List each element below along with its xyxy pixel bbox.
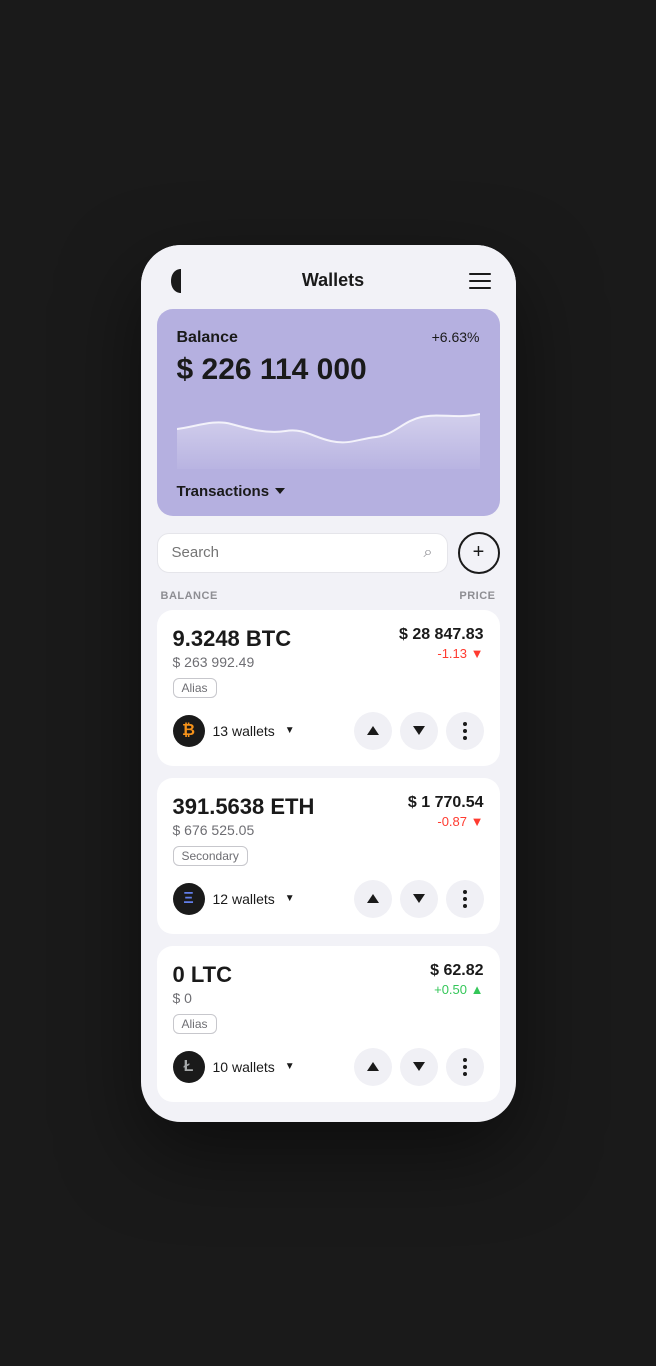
- menu-line-1: [469, 273, 491, 275]
- crypto-top-btc: 9.3248 BTC $ 263 992.49 Alias $ 28 847.8…: [173, 626, 484, 698]
- btc-receive-button[interactable]: [400, 712, 438, 750]
- btc-action-buttons: [354, 712, 484, 750]
- search-icon: ⌕: [424, 544, 433, 562]
- eth-action-buttons: [354, 880, 484, 918]
- eth-alias: Secondary: [173, 846, 248, 866]
- crypto-right-btc: $ 28 847.83 -1.13 ▼: [399, 626, 484, 661]
- price-column-header: PRICE: [459, 590, 495, 602]
- crypto-left-ltc: 0 LTC $ 0 Alias: [173, 962, 232, 1034]
- header: Wallets: [141, 245, 516, 309]
- search-box[interactable]: ⌕: [157, 533, 448, 573]
- more-icon: [463, 890, 467, 908]
- ltc-price: $ 62.82: [430, 962, 483, 980]
- ltc-wallet-info[interactable]: Ł 10 wallets ▼: [173, 1051, 295, 1083]
- ltc-amount: 0 LTC: [173, 962, 232, 988]
- send-icon: [367, 1062, 379, 1071]
- search-input[interactable]: [172, 544, 416, 561]
- receive-icon: [413, 894, 425, 903]
- crypto-card-ltc: 0 LTC $ 0 Alias $ 62.82 +0.50 ▲ Ł 10 wal…: [157, 946, 500, 1102]
- balance-card: Balance +6.63% $ 226 114 000 Transaction…: [157, 309, 500, 516]
- page-title: Wallets: [302, 270, 364, 291]
- transactions-label: Transactions: [177, 483, 270, 500]
- balance-label: Balance: [177, 329, 238, 347]
- ltc-wallet-count: 10 wallets: [213, 1059, 275, 1075]
- ltc-change: +0.50 ▲: [430, 982, 483, 997]
- crypto-right-eth: $ 1 770.54 -0.87 ▼: [408, 794, 484, 829]
- crypto-right-ltc: $ 62.82 +0.50 ▲: [430, 962, 483, 997]
- transactions-chevron-icon: [275, 488, 285, 494]
- btc-change: -1.13 ▼: [399, 646, 484, 661]
- add-wallet-button[interactable]: +: [458, 532, 500, 574]
- balance-top: Balance +6.63%: [177, 329, 480, 347]
- menu-line-2: [469, 280, 491, 282]
- phone-shell: Wallets Balance +6.63% $ 226 114 000: [141, 245, 516, 1122]
- more-icon: [463, 722, 467, 740]
- logo-icon: [165, 265, 197, 297]
- btc-wallet-count: 13 wallets: [213, 723, 275, 739]
- ltc-send-button[interactable]: [354, 1048, 392, 1086]
- btc-wallet-info[interactable]: ₿ 13 wallets ▼: [173, 715, 295, 747]
- eth-send-button[interactable]: [354, 880, 392, 918]
- ltc-action-buttons: [354, 1048, 484, 1086]
- eth-wallet-chevron-icon: ▼: [285, 893, 295, 904]
- ltc-wallet-chevron-icon: ▼: [285, 1061, 295, 1072]
- ltc-receive-button[interactable]: [400, 1048, 438, 1086]
- btc-icon: ₿: [173, 715, 205, 747]
- btc-price: $ 28 847.83: [399, 626, 484, 644]
- eth-usd: $ 676 525.05: [173, 822, 315, 838]
- receive-icon: [413, 1062, 425, 1071]
- more-icon: [463, 1058, 467, 1076]
- eth-more-button[interactable]: [446, 880, 484, 918]
- btc-usd: $ 263 992.49: [173, 654, 292, 670]
- crypto-top-eth: 391.5638 ETH $ 676 525.05 Secondary $ 1 …: [173, 794, 484, 866]
- ltc-usd: $ 0: [173, 990, 232, 1006]
- send-icon: [367, 726, 379, 735]
- crypto-left-btc: 9.3248 BTC $ 263 992.49 Alias: [173, 626, 292, 698]
- ltc-more-button[interactable]: [446, 1048, 484, 1086]
- crypto-bottom-eth: Ξ 12 wallets ▼: [173, 880, 484, 918]
- eth-icon: Ξ: [173, 883, 205, 915]
- eth-wallet-count: 12 wallets: [213, 891, 275, 907]
- ltc-alias: Alias: [173, 1014, 217, 1034]
- crypto-list: 9.3248 BTC $ 263 992.49 Alias $ 28 847.8…: [141, 610, 516, 1122]
- eth-amount: 391.5638 ETH: [173, 794, 315, 820]
- search-row: ⌕ +: [141, 532, 516, 586]
- send-icon: [367, 894, 379, 903]
- btc-send-button[interactable]: [354, 712, 392, 750]
- balance-percent: +6.63%: [432, 329, 480, 345]
- balance-amount: $ 226 114 000: [177, 353, 480, 387]
- receive-icon: [413, 726, 425, 735]
- crypto-bottom-btc: ₿ 13 wallets ▼: [173, 712, 484, 750]
- eth-price: $ 1 770.54: [408, 794, 484, 812]
- crypto-card-btc: 9.3248 BTC $ 263 992.49 Alias $ 28 847.8…: [157, 610, 500, 766]
- transactions-row[interactable]: Transactions: [177, 469, 480, 516]
- btc-alias: Alias: [173, 678, 217, 698]
- column-headers: BALANCE PRICE: [141, 586, 516, 610]
- menu-button[interactable]: [469, 273, 491, 289]
- eth-receive-button[interactable]: [400, 880, 438, 918]
- btc-more-button[interactable]: [446, 712, 484, 750]
- eth-wallet-info[interactable]: Ξ 12 wallets ▼: [173, 883, 295, 915]
- eth-change: -0.87 ▼: [408, 814, 484, 829]
- crypto-top-ltc: 0 LTC $ 0 Alias $ 62.82 +0.50 ▲: [173, 962, 484, 1034]
- ltc-icon: Ł: [173, 1051, 205, 1083]
- crypto-left-eth: 391.5638 ETH $ 676 525.05 Secondary: [173, 794, 315, 866]
- crypto-bottom-ltc: Ł 10 wallets ▼: [173, 1048, 484, 1086]
- menu-line-3: [469, 287, 491, 289]
- balance-column-header: BALANCE: [161, 590, 218, 602]
- crypto-card-eth: 391.5638 ETH $ 676 525.05 Secondary $ 1 …: [157, 778, 500, 934]
- btc-amount: 9.3248 BTC: [173, 626, 292, 652]
- btc-wallet-chevron-icon: ▼: [285, 725, 295, 736]
- balance-chart: [177, 399, 480, 469]
